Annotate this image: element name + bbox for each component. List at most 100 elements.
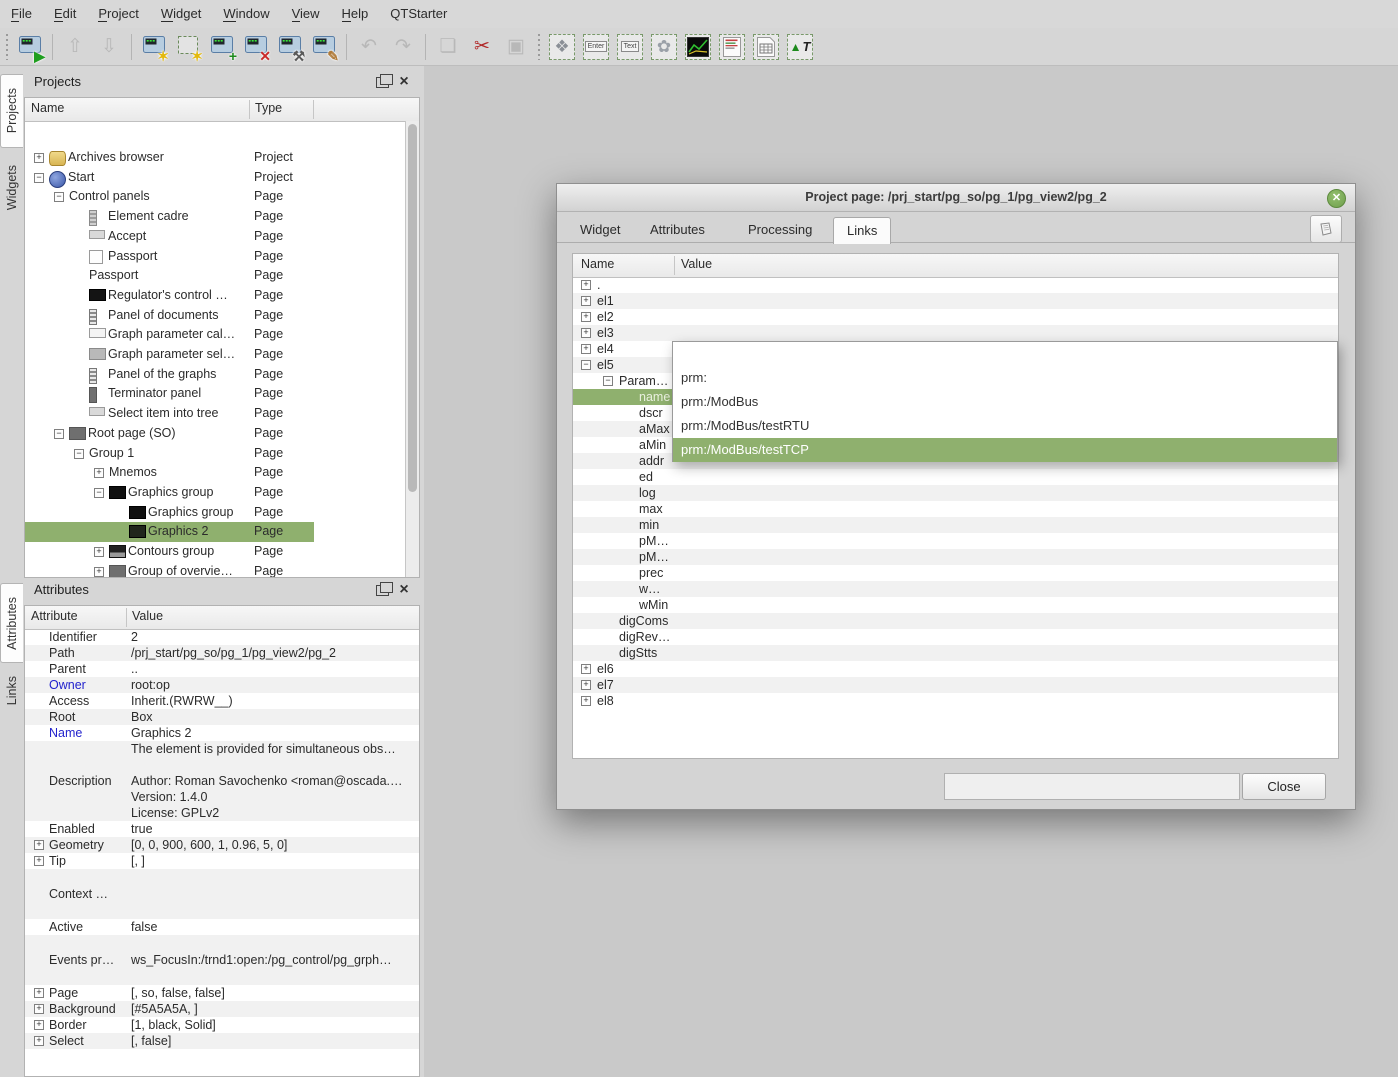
link-row[interactable]: +el2 bbox=[573, 309, 1338, 325]
attribute-row[interactable]: +Border[1, black, Solid] bbox=[25, 1017, 419, 1033]
attribute-expander[interactable]: + bbox=[34, 988, 44, 998]
attribute-row[interactable]: Parent.. bbox=[25, 661, 419, 677]
link-row[interactable]: +el1 bbox=[573, 293, 1338, 309]
paste-button[interactable]: ▣ bbox=[500, 31, 532, 63]
column-header-attribute[interactable]: Attribute bbox=[31, 609, 78, 623]
column-header-value[interactable]: Value bbox=[132, 609, 163, 623]
widget-media-button[interactable]: ✿ bbox=[648, 31, 680, 63]
tree-row[interactable]: +Contours groupPage bbox=[25, 542, 406, 562]
tab-processing[interactable]: Processing bbox=[735, 217, 825, 242]
link-row[interactable]: +el8 bbox=[573, 693, 1338, 709]
link-expander[interactable]: + bbox=[581, 296, 591, 306]
tree-row[interactable]: AcceptPage bbox=[25, 227, 406, 247]
link-row[interactable]: pM… bbox=[573, 533, 1338, 549]
attribute-row[interactable]: Path/prj_start/pg_so/pg_1/pg_view2/pg_2 bbox=[25, 645, 419, 661]
tree-row[interactable]: Graph parameter sel…Page bbox=[25, 345, 406, 365]
tree-row[interactable]: −Root page (SO)Page bbox=[25, 424, 406, 444]
projects-float-button[interactable] bbox=[374, 74, 390, 90]
dropdown-item[interactable]: prm:/ModBus/testRTU bbox=[673, 414, 1337, 438]
link-row[interactable]: min bbox=[573, 517, 1338, 533]
tree-expander[interactable]: + bbox=[34, 153, 44, 163]
tree-row[interactable]: Panel of documentsPage bbox=[25, 306, 406, 326]
attribute-expander[interactable]: + bbox=[34, 1004, 44, 1014]
column-header-value[interactable]: Value bbox=[681, 257, 712, 271]
dropdown-item[interactable]: prm: bbox=[673, 366, 1337, 390]
widget-elfigure-button[interactable]: ❖ bbox=[546, 31, 578, 63]
link-row[interactable]: prec bbox=[573, 565, 1338, 581]
toolbar-handle[interactable] bbox=[536, 34, 542, 60]
dialog-attributes-toggle-button[interactable] bbox=[1310, 215, 1342, 243]
tab-widget[interactable]: Widget bbox=[567, 217, 633, 242]
delete-page-button[interactable]: ✕ bbox=[240, 31, 272, 63]
attribute-row[interactable]: +Select[, false] bbox=[25, 1033, 419, 1049]
tree-row[interactable]: Graphics groupPage bbox=[25, 503, 406, 523]
tree-row[interactable]: Graphics 2Page bbox=[25, 522, 406, 542]
dropdown-item[interactable] bbox=[673, 342, 1337, 366]
attribute-row[interactable]: +Page[, so, false, false] bbox=[25, 985, 419, 1001]
projects-scrollbar-thumb[interactable] bbox=[408, 124, 417, 492]
link-row[interactable]: w… bbox=[573, 581, 1338, 597]
link-row[interactable]: +el7 bbox=[573, 677, 1338, 693]
dialog-close-button[interactable]: ✕ bbox=[1327, 189, 1346, 208]
link-row[interactable]: digStts bbox=[573, 645, 1338, 661]
run-project-button[interactable]: ▶ bbox=[14, 31, 46, 63]
edit-page-button[interactable]: ✎ bbox=[308, 31, 340, 63]
cut-button[interactable]: ✂ bbox=[466, 31, 498, 63]
attribute-row[interactable]: +Tip[, ] bbox=[25, 853, 419, 869]
tab-attributes[interactable]: Attributes bbox=[637, 217, 718, 242]
tree-row[interactable]: Element cadrePage bbox=[25, 207, 406, 227]
tree-row[interactable]: +Archives browserProject bbox=[25, 148, 406, 168]
widget-value-button[interactable]: ▲T bbox=[784, 31, 816, 63]
attribute-row[interactable]: NameGraphics 2 bbox=[25, 725, 419, 741]
attribute-row[interactable]: DescriptionThe element is provided for s… bbox=[25, 741, 419, 821]
tree-expander[interactable]: − bbox=[34, 173, 44, 183]
tree-row[interactable]: +MnemosPage bbox=[25, 463, 406, 483]
menu-help[interactable]: Help bbox=[331, 0, 380, 28]
tree-row[interactable]: Select item into treePage bbox=[25, 404, 406, 424]
load-button[interactable]: ⇧ bbox=[59, 31, 91, 63]
attribute-expander[interactable]: + bbox=[34, 840, 44, 850]
menu-view[interactable]: View bbox=[281, 0, 331, 28]
attribute-row[interactable]: RootBox bbox=[25, 709, 419, 725]
attribute-row[interactable]: Events pr…ws_FocusIn:/trnd1:open:/pg_con… bbox=[25, 935, 419, 985]
widget-protocol-button[interactable] bbox=[716, 31, 748, 63]
undo-button[interactable]: ↶ bbox=[353, 31, 385, 63]
link-row[interactable]: +el3 bbox=[573, 325, 1338, 341]
projects-close-button[interactable]: × bbox=[396, 74, 412, 90]
column-divider[interactable] bbox=[249, 100, 250, 119]
tree-row[interactable]: −Group 1Page bbox=[25, 444, 406, 464]
toolbar-handle[interactable] bbox=[4, 34, 10, 60]
tree-row[interactable]: Panel of the graphsPage bbox=[25, 365, 406, 385]
column-divider[interactable] bbox=[674, 256, 675, 275]
tree-row[interactable]: +Group of overvie…Page bbox=[25, 562, 406, 578]
link-expander[interactable]: + bbox=[581, 312, 591, 322]
dock-tab-attributes[interactable]: Attributes bbox=[0, 583, 23, 663]
link-row[interactable]: pM… bbox=[573, 549, 1338, 565]
link-row[interactable]: digRev… bbox=[573, 629, 1338, 645]
menu-project[interactable]: Project bbox=[87, 0, 149, 28]
dock-tab-widgets[interactable]: Widgets bbox=[0, 152, 23, 224]
tree-row[interactable]: Graph parameter cal…Page bbox=[25, 325, 406, 345]
attributes-close-button[interactable]: × bbox=[396, 582, 412, 598]
tree-row[interactable]: PassportPage bbox=[25, 247, 406, 267]
link-row[interactable]: digComs bbox=[573, 613, 1338, 629]
link-expander[interactable]: − bbox=[581, 360, 591, 370]
attribute-row[interactable]: Identifier2 bbox=[25, 629, 419, 645]
link-expander[interactable]: + bbox=[581, 696, 591, 706]
attribute-row[interactable]: Ownerroot:op bbox=[25, 677, 419, 693]
attribute-expander[interactable]: + bbox=[34, 1036, 44, 1046]
dialog-titlebar[interactable]: Project page: /prj_start/pg_so/pg_1/pg_v… bbox=[557, 184, 1355, 212]
column-divider[interactable] bbox=[126, 608, 127, 627]
column-header-name[interactable]: Name bbox=[31, 101, 64, 115]
tree-expander[interactable]: − bbox=[54, 429, 64, 439]
link-expander[interactable]: − bbox=[603, 376, 613, 386]
tree-expander[interactable]: + bbox=[94, 547, 104, 557]
widget-document-button[interactable] bbox=[750, 31, 782, 63]
tree-expander[interactable]: + bbox=[94, 468, 104, 478]
tab-links[interactable]: Links bbox=[833, 217, 891, 244]
attribute-row[interactable]: +Background[#5A5A5A, ] bbox=[25, 1001, 419, 1017]
dock-tab-links[interactable]: Links bbox=[0, 667, 23, 715]
column-header-name[interactable]: Name bbox=[581, 257, 614, 271]
menu-qtstarter[interactable]: QTStarter bbox=[379, 0, 458, 28]
tree-row[interactable]: Regulator's control …Page bbox=[25, 286, 406, 306]
